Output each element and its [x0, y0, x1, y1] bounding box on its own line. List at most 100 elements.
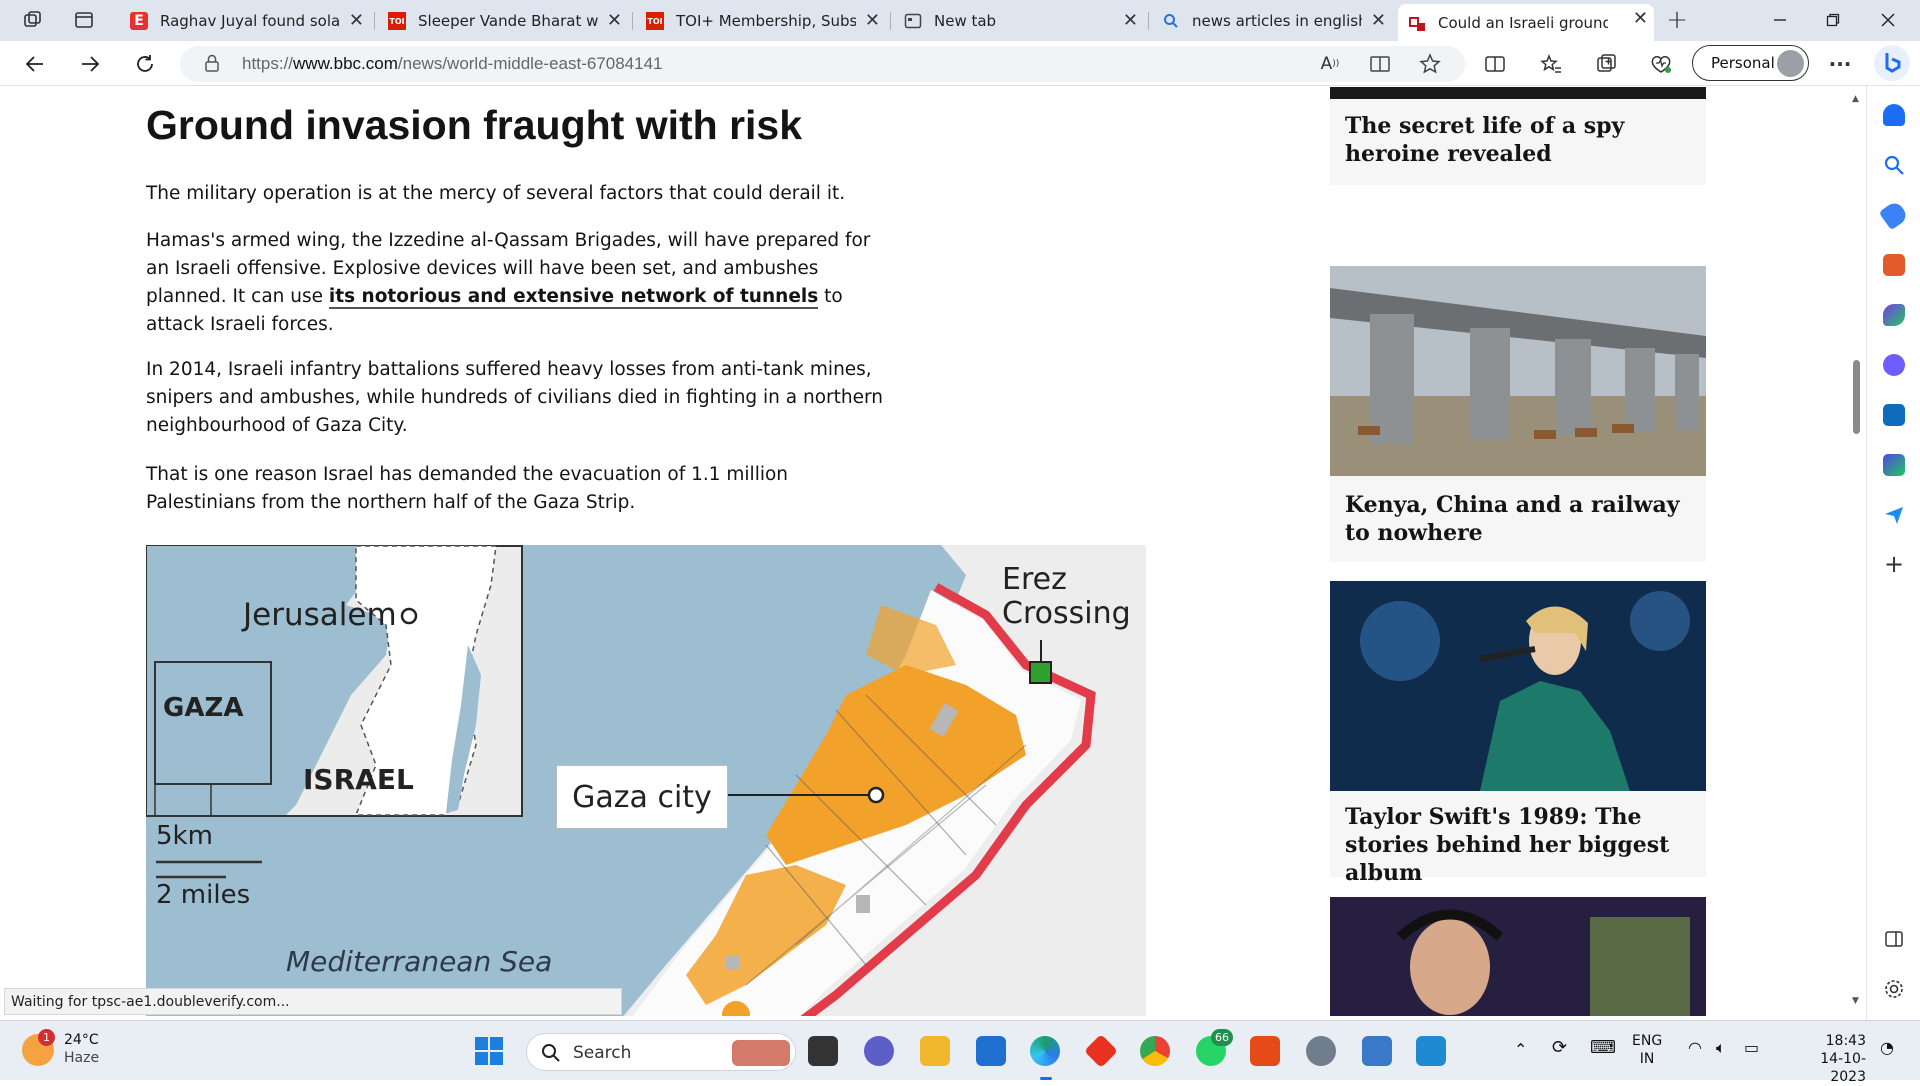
restore-icon[interactable]: [1818, 5, 1848, 35]
copilot-icon[interactable]: [1874, 45, 1910, 81]
windows-taskbar: 1 24°C Haze Search 66 ⌃ ⟳ ⌨ ENG IN ◠ 🔈︎ ▭…: [0, 1020, 1920, 1085]
weather-desc: Haze: [64, 1050, 100, 1066]
forward-icon[interactable]: [75, 49, 105, 79]
map-label-sea: Mediterranean Sea: [286, 945, 553, 978]
tab-news-search[interactable]: news articles in english - S ✕: [1152, 6, 1392, 36]
weather-badge: 1: [38, 1029, 55, 1046]
settings-icon[interactable]: [1306, 1036, 1336, 1066]
map-label-gaza: GAZA: [163, 693, 244, 723]
task-view-icon[interactable]: [808, 1036, 838, 1066]
windows-start-icon[interactable]: [474, 1036, 504, 1066]
send-icon[interactable]: [1883, 504, 1905, 526]
story-card-spy-heroine[interactable]: The secret life of a spy heroine reveale…: [1330, 87, 1706, 185]
story-image: [1330, 897, 1706, 1016]
battery-icon[interactable]: ▭: [1744, 1039, 1759, 1057]
tab-vande-bharat[interactable]: TOI Sleeper Vande Bharat will c ✕: [378, 6, 628, 36]
more-options-icon[interactable]: ···: [1825, 49, 1855, 79]
new-tab-button[interactable]: +: [1662, 5, 1692, 35]
close-tab-icon[interactable]: ✕: [865, 10, 880, 31]
tab-title: news articles in english - S: [1192, 12, 1362, 30]
map-label-gaza-city: Gaza city: [556, 765, 728, 829]
weather-temp: 24°C: [64, 1032, 99, 1048]
close-tab-icon[interactable]: ✕: [1123, 10, 1138, 31]
tab-new-tab[interactable]: New tab ✕: [894, 6, 1144, 36]
teams-chat-icon[interactable]: [864, 1036, 894, 1066]
mail-icon[interactable]: [976, 1036, 1006, 1066]
story-headline[interactable]: The secret life of a spy heroine reveale…: [1345, 112, 1706, 168]
wifi-icon[interactable]: ◠: [1688, 1039, 1702, 1057]
taskbar-search[interactable]: Search: [526, 1033, 796, 1071]
lock-icon[interactable]: [204, 54, 220, 76]
story-card-gaming[interactable]: [1330, 897, 1706, 1016]
tunnels-link[interactable]: its notorious and extensive network of t…: [328, 286, 819, 309]
story-image: [1330, 266, 1706, 476]
sync-icon[interactable]: ⟳: [1552, 1039, 1567, 1057]
hide-sidebar-icon[interactable]: [1883, 928, 1905, 950]
scroll-up-icon[interactable]: ▲: [1852, 94, 1859, 104]
close-tab-icon[interactable]: ✕: [1633, 8, 1648, 29]
notification-bell-icon[interactable]: ◔: [1880, 1039, 1894, 1057]
profile-button[interactable]: Personal: [1692, 45, 1809, 81]
split-screen-icon[interactable]: [1480, 49, 1510, 79]
story-card-taylor-swift[interactable]: Taylor Swift's 1989: The stories behind …: [1330, 581, 1706, 886]
scroll-thumb[interactable]: [1853, 360, 1860, 434]
games-icon[interactable]: [1883, 304, 1905, 326]
browser-essentials-icon[interactable]: [1646, 49, 1676, 79]
outlook-icon[interactable]: [1883, 404, 1905, 426]
close-tab-icon[interactable]: ✕: [349, 10, 364, 31]
chrome-icon[interactable]: [1140, 1036, 1170, 1066]
chevron-up-icon[interactable]: ⌃: [1514, 1041, 1527, 1059]
immersive-reader-icon[interactable]: [1365, 49, 1395, 79]
designer-icon[interactable]: [1883, 454, 1905, 476]
scroll-down-icon[interactable]: ▼: [1852, 996, 1859, 1006]
tab-toi-membership[interactable]: TOI TOI+ Membership, Subscri ✕: [636, 6, 886, 36]
url-text[interactable]: https://www.bbc.com/news/world-middle-ea…: [242, 54, 663, 74]
close-window-icon[interactable]: [1873, 5, 1903, 35]
tools-briefcase-icon[interactable]: [1883, 254, 1905, 276]
office-icon[interactable]: [1250, 1036, 1280, 1066]
story-card-kenya-railway[interactable]: Kenya, China and a railway to nowhere: [1330, 266, 1706, 562]
tab-raghav[interactable]: E Raghav Juyal found solace ✕: [120, 6, 370, 36]
search-icon: [542, 1044, 560, 1062]
address-bar[interactable]: https://www.bbc.com/news/world-middle-ea…: [180, 46, 1465, 82]
volume-icon[interactable]: 🔈︎: [1716, 1039, 1726, 1057]
address-toolbar: https://www.bbc.com/news/world-middle-ea…: [0, 41, 1920, 86]
workspaces-icon[interactable]: [18, 5, 48, 35]
back-icon[interactable]: [20, 49, 50, 79]
bell-icon[interactable]: [1883, 104, 1905, 126]
e-logo-icon: E: [130, 12, 148, 30]
collections-icon[interactable]: [1591, 49, 1621, 79]
story-headline[interactable]: Taylor Swift's 1989: The stories behind …: [1345, 803, 1706, 887]
story-headline[interactable]: Kenya, China and a railway to nowhere: [1345, 491, 1706, 547]
add-icon[interactable]: +: [1883, 552, 1905, 576]
edge-browser-icon[interactable]: [1030, 1036, 1060, 1066]
search-label: Search: [573, 1043, 632, 1063]
weather-widget[interactable]: 24°C Haze: [64, 1031, 99, 1067]
close-tab-icon[interactable]: ✕: [607, 10, 622, 31]
tab-bbc-active[interactable]: Could an Israeli ground in ✕: [1398, 4, 1654, 41]
tab-title: New tab: [934, 12, 997, 30]
tab-actions-icon[interactable]: [69, 5, 99, 35]
vscode-icon[interactable]: [1416, 1036, 1446, 1066]
map-scale-miles: 2 miles: [156, 880, 251, 910]
notepad-icon[interactable]: [1362, 1036, 1392, 1066]
status-bar: Waiting for tpsc-ae1.doubleverify.com...: [4, 988, 622, 1015]
whatsapp-badge: 66: [1211, 1029, 1233, 1046]
favorites-icon[interactable]: [1536, 49, 1566, 79]
minimize-icon[interactable]: [1765, 5, 1795, 35]
map-label-jerusalem: Jerusalem: [243, 597, 397, 633]
language-indicator[interactable]: ENG IN: [1632, 1032, 1662, 1068]
read-aloud-icon[interactable]: A)): [1315, 49, 1345, 79]
search-icon[interactable]: [1883, 154, 1905, 176]
settings-gear-icon[interactable]: [1883, 978, 1905, 1000]
refresh-icon[interactable]: [130, 49, 160, 79]
close-tab-icon[interactable]: ✕: [1371, 10, 1386, 31]
page-scrollbar[interactable]: ▲ ▼: [1848, 86, 1865, 1016]
shopping-tag-icon[interactable]: [1878, 199, 1910, 231]
anydesk-icon[interactable]: [1084, 1034, 1118, 1068]
file-explorer-icon[interactable]: [920, 1036, 950, 1066]
favorite-star-icon[interactable]: [1415, 49, 1445, 79]
microsoft-365-icon[interactable]: [1883, 354, 1905, 376]
keyboard-icon[interactable]: ⌨: [1590, 1039, 1616, 1057]
clock[interactable]: 18:43 14-10-2023: [1786, 1032, 1866, 1086]
